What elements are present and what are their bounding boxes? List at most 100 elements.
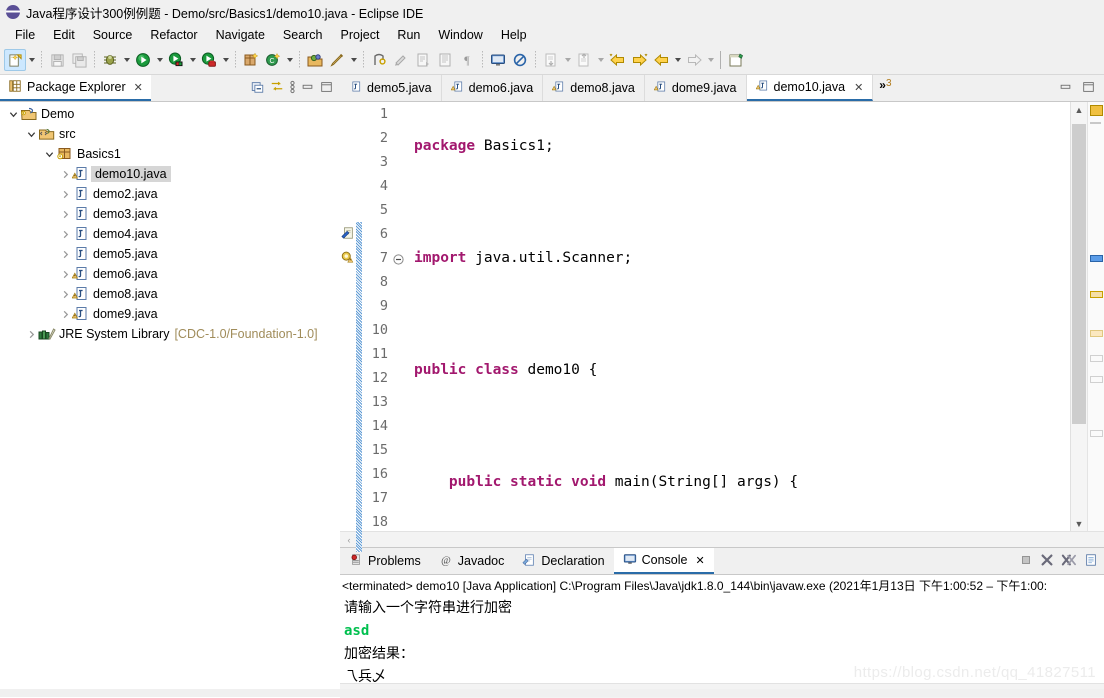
chevron-right-icon[interactable] — [58, 227, 72, 241]
show-whitespace-icon[interactable]: ¶ — [456, 49, 478, 71]
menu-run[interactable]: Run — [388, 26, 429, 44]
menu-source[interactable]: Source — [84, 26, 142, 44]
link-with-editor-icon[interactable] — [269, 80, 285, 97]
tree-item-demo2-java[interactable]: demo2.java — [0, 184, 340, 204]
chevron-right-icon[interactable] — [58, 287, 72, 301]
tree-item-demo3-java[interactable]: demo3.java — [0, 204, 340, 224]
tree-item-jre-system-library[interactable]: JRE System Library [CDC-1.0/Foundation-1… — [0, 324, 340, 344]
new-java-class-icon[interactable]: C — [262, 49, 284, 71]
overview-occurrence-marker[interactable] — [1090, 255, 1103, 262]
fold-collapse-icon[interactable] — [393, 254, 404, 268]
new-java-package-icon[interactable] — [240, 49, 262, 71]
maximize-icon[interactable] — [319, 80, 334, 97]
chevron-right-icon[interactable] — [58, 207, 72, 221]
save-all-icon[interactable] — [68, 49, 90, 71]
open-console-icon[interactable] — [487, 49, 509, 71]
tree-item-demo[interactable]: Demo — [0, 104, 340, 124]
project-tree[interactable]: Demo src Basics1 demo10.java demo2.java … — [0, 102, 340, 698]
run-dropdown-icon[interactable] — [154, 49, 165, 71]
editor-tab-demo10-java[interactable]: demo10.java ✕ — [746, 75, 874, 101]
chevron-right-icon[interactable] — [24, 327, 38, 341]
tree-item-demo4-java[interactable]: demo4.java — [0, 224, 340, 244]
menu-navigate[interactable]: Navigate — [207, 26, 274, 44]
skip-all-breakpoints-icon[interactable] — [390, 49, 412, 71]
tree-item-dome9-java[interactable]: dome9.java — [0, 304, 340, 324]
menu-window[interactable]: Window — [429, 26, 491, 44]
new-wizard-dropdown-icon[interactable] — [26, 49, 37, 71]
forward-all-icon[interactable] — [628, 49, 650, 71]
search-icon[interactable] — [326, 49, 348, 71]
debug-dropdown-icon[interactable] — [121, 49, 132, 71]
debug-icon[interactable] — [99, 49, 121, 71]
tab-problems[interactable]: Problems — [340, 548, 430, 574]
editor-tab-demo6-java[interactable]: demo6.java — [441, 75, 544, 101]
back-all-icon[interactable] — [606, 49, 628, 71]
forward-icon[interactable] — [683, 49, 705, 71]
editor-tab-demo8-java[interactable]: demo8.java — [543, 75, 645, 101]
warning-annotation-icon[interactable] — [341, 250, 355, 267]
run-icon[interactable] — [132, 49, 154, 71]
open-perspective-icon[interactable] — [725, 49, 747, 71]
toggle-mark-occurrences-icon[interactable] — [368, 49, 390, 71]
tree-item-demo5-java[interactable]: demo5.java — [0, 244, 340, 264]
remove-all-terminated-icon[interactable] — [1061, 553, 1077, 570]
overview-task-marker[interactable] — [1090, 376, 1103, 383]
coverage-icon[interactable] — [198, 49, 220, 71]
scroll-up-icon[interactable]: ▲ — [1071, 102, 1087, 117]
close-icon[interactable]: ✕ — [134, 81, 143, 94]
search-dropdown-icon[interactable] — [348, 49, 359, 71]
overview-task-marker[interactable] — [1090, 430, 1103, 437]
editor-tab-dome9-java[interactable]: dome9.java — [644, 75, 747, 101]
coverage-dropdown-icon[interactable] — [220, 49, 231, 71]
view-menu-icon[interactable] — [289, 79, 296, 98]
editor-code-area[interactable]: package Basics1; import java.util.Scanne… — [406, 102, 1070, 531]
chevron-down-icon[interactable] — [42, 147, 56, 161]
overview-task-marker[interactable] — [1090, 355, 1103, 362]
next-annotation-icon[interactable] — [412, 49, 434, 71]
editor-annotation-ruler[interactable] — [340, 102, 356, 531]
remove-launch-icon[interactable] — [1040, 553, 1054, 570]
save-icon[interactable] — [46, 49, 68, 71]
forward-dropdown-icon[interactable] — [705, 49, 716, 71]
editor-tab-overflow[interactable]: » 3 — [873, 75, 897, 101]
previous-edit-location-dropdown-icon[interactable] — [562, 49, 573, 71]
previous-edit-location-icon[interactable] — [540, 49, 562, 71]
editor-folding-ruler[interactable] — [392, 102, 406, 531]
quick-fix-annotation-icon[interactable] — [341, 226, 355, 243]
menu-search[interactable]: Search — [274, 26, 332, 44]
minimize-icon[interactable] — [1058, 80, 1073, 97]
java-editor[interactable]: 1 2 3 4 5 6 7 8 9 10 11 12 13 14 15 16 1 — [340, 102, 1104, 552]
tab-declaration[interactable]: Declaration — [513, 548, 613, 574]
overview-write-occurrence-marker[interactable] — [1090, 291, 1103, 298]
new-java-class-dropdown-icon[interactable] — [284, 49, 295, 71]
editor-horizontal-scrollbar[interactable]: ‹ — [340, 531, 1104, 547]
next-edit-location-dropdown-icon[interactable] — [595, 49, 606, 71]
close-icon[interactable]: ✕ — [854, 81, 863, 94]
tree-item-demo6-java[interactable]: demo6.java — [0, 264, 340, 284]
menu-project[interactable]: Project — [332, 26, 389, 44]
run-external-tools-dropdown-icon[interactable] — [187, 49, 198, 71]
tab-package-explorer[interactable]: Package Explorer ✕ — [0, 75, 151, 101]
terminate-icon[interactable] — [1019, 553, 1033, 570]
open-type-icon[interactable] — [304, 49, 326, 71]
chevron-right-icon[interactable] — [58, 187, 72, 201]
close-icon[interactable]: ✕ — [695, 554, 704, 567]
chevron-right-icon[interactable] — [58, 247, 72, 261]
back-dropdown-icon[interactable] — [672, 49, 683, 71]
menu-refactor[interactable]: Refactor — [141, 26, 206, 44]
tab-console[interactable]: Console ✕ — [613, 548, 714, 574]
chevron-right-icon[interactable] — [58, 307, 72, 321]
chevron-right-icon[interactable] — [58, 167, 72, 181]
console-output[interactable]: 请输入一个字符串进行加密 asd 加密结果： 乁兵乄 — [340, 595, 1104, 683]
maximize-icon[interactable] — [1081, 80, 1096, 97]
editor-vertical-scrollbar[interactable]: ▲ ▼ — [1070, 102, 1087, 531]
tree-item-demo10-java[interactable]: demo10.java — [0, 164, 340, 184]
menu-help[interactable]: Help — [492, 26, 536, 44]
menu-edit[interactable]: Edit — [44, 26, 84, 44]
minimize-icon[interactable] — [300, 80, 315, 97]
editor-overview-ruler[interactable] — [1087, 102, 1104, 531]
overview-warning-marker[interactable] — [1090, 330, 1103, 337]
tab-javadoc[interactable]: @ Javadoc — [430, 548, 514, 574]
pin-console-icon[interactable] — [509, 49, 531, 71]
open-console-icon[interactable] — [1084, 553, 1098, 570]
